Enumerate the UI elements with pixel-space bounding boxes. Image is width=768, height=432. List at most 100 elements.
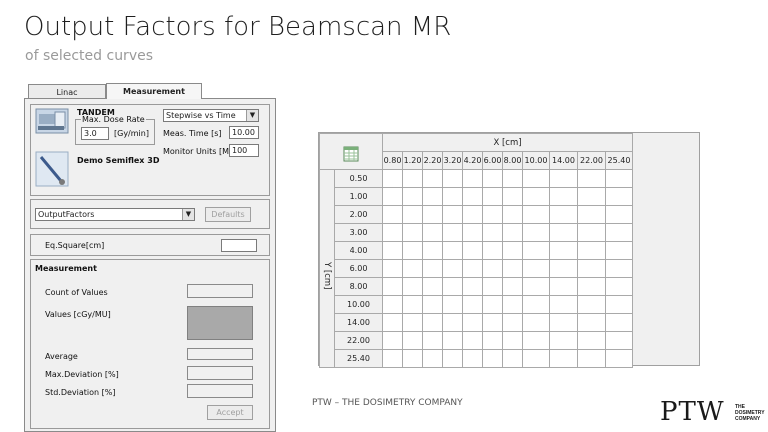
table-cell[interactable] (482, 205, 503, 224)
table-cell[interactable] (522, 241, 550, 260)
table-cell[interactable] (462, 205, 483, 224)
accept-button[interactable]: Accept (207, 405, 253, 420)
table-cell[interactable] (549, 277, 578, 296)
table-cell[interactable] (502, 331, 523, 350)
table-cell[interactable] (549, 331, 578, 350)
table-cell[interactable] (502, 313, 523, 332)
table-cell[interactable] (422, 295, 443, 314)
table-cell[interactable] (549, 241, 578, 260)
table-cell[interactable] (402, 187, 423, 206)
table-cell[interactable] (422, 277, 443, 296)
table-cell[interactable] (402, 223, 423, 242)
table-cell[interactable] (549, 169, 578, 188)
table-cell[interactable] (442, 349, 463, 368)
table-cell[interactable] (382, 349, 403, 368)
table-cell[interactable] (549, 223, 578, 242)
table-cell[interactable] (462, 313, 483, 332)
table-cell[interactable] (442, 331, 463, 350)
table-cell[interactable] (577, 277, 606, 296)
table-cell[interactable] (422, 187, 443, 206)
table-cell[interactable] (605, 187, 633, 206)
table-cell[interactable] (462, 187, 483, 206)
table-cell[interactable] (382, 313, 403, 332)
table-cell[interactable] (522, 295, 550, 314)
table-cell[interactable] (502, 169, 523, 188)
table-cell[interactable] (402, 349, 423, 368)
table-cell[interactable] (577, 223, 606, 242)
table-cell[interactable] (422, 331, 443, 350)
table-cell[interactable] (482, 349, 503, 368)
table-cell[interactable] (549, 187, 578, 206)
table-cell[interactable] (402, 205, 423, 224)
table-cell[interactable] (482, 259, 503, 278)
table-cell[interactable] (502, 223, 523, 242)
table-cell[interactable] (442, 277, 463, 296)
table-cell[interactable] (605, 277, 633, 296)
table-cell[interactable] (462, 295, 483, 314)
table-cell[interactable] (382, 331, 403, 350)
table-cell[interactable] (605, 313, 633, 332)
table-cell[interactable] (502, 277, 523, 296)
table-cell[interactable] (522, 313, 550, 332)
table-cell[interactable] (502, 205, 523, 224)
meas-time-input[interactable]: 10.00 (229, 126, 259, 139)
table-cell[interactable] (522, 205, 550, 224)
table-cell[interactable] (462, 277, 483, 296)
table-cell[interactable] (422, 259, 443, 278)
table-cell[interactable] (522, 223, 550, 242)
table-cell[interactable] (605, 349, 633, 368)
table-cell[interactable] (422, 205, 443, 224)
table-cell[interactable] (605, 205, 633, 224)
table-cell[interactable] (402, 331, 423, 350)
table-cell[interactable] (522, 331, 550, 350)
table-cell[interactable] (462, 349, 483, 368)
table-cell[interactable] (482, 331, 503, 350)
mode-select[interactable]: Stepwise vs Time ▼ (163, 109, 259, 122)
table-cell[interactable] (577, 169, 606, 188)
table-cell[interactable] (605, 259, 633, 278)
table-cell[interactable] (462, 169, 483, 188)
defaults-button[interactable]: Defaults (205, 207, 251, 222)
table-cell[interactable] (422, 349, 443, 368)
table-cell[interactable] (382, 205, 403, 224)
table-cell[interactable] (522, 259, 550, 278)
table-cell[interactable] (402, 259, 423, 278)
table-cell[interactable] (442, 241, 463, 260)
table-cell[interactable] (382, 277, 403, 296)
table-cell[interactable] (605, 169, 633, 188)
table-cell[interactable] (462, 241, 483, 260)
table-cell[interactable] (577, 241, 606, 260)
table-cell[interactable] (382, 187, 403, 206)
table-cell[interactable] (422, 241, 443, 260)
table-cell[interactable] (382, 223, 403, 242)
table-cell[interactable] (502, 241, 523, 260)
table-cell[interactable] (549, 259, 578, 278)
table-cell[interactable] (549, 205, 578, 224)
table-cell[interactable] (549, 313, 578, 332)
table-cell[interactable] (577, 187, 606, 206)
table-cell[interactable] (442, 295, 463, 314)
table-cell[interactable] (577, 349, 606, 368)
table-cell[interactable] (382, 169, 403, 188)
table-cell[interactable] (522, 187, 550, 206)
table-cell[interactable] (482, 295, 503, 314)
table-cell[interactable] (482, 277, 503, 296)
table-cell[interactable] (442, 223, 463, 242)
table-cell[interactable] (482, 241, 503, 260)
table-cell[interactable] (605, 295, 633, 314)
table-cell[interactable] (402, 241, 423, 260)
table-cell[interactable] (605, 241, 633, 260)
table-cell[interactable] (502, 349, 523, 368)
table-cell[interactable] (442, 259, 463, 278)
table-cell[interactable] (482, 313, 503, 332)
table-cell[interactable] (502, 295, 523, 314)
tab-linac[interactable]: Linac (28, 84, 106, 99)
table-cell[interactable] (522, 349, 550, 368)
monitor-units-input[interactable]: 100 (229, 144, 259, 157)
table-cell[interactable] (442, 313, 463, 332)
dose-rate-input[interactable]: 3.0 (81, 127, 109, 140)
table-cell[interactable] (442, 169, 463, 188)
table-cell[interactable] (382, 295, 403, 314)
table-cell[interactable] (482, 187, 503, 206)
table-cell[interactable] (382, 259, 403, 278)
